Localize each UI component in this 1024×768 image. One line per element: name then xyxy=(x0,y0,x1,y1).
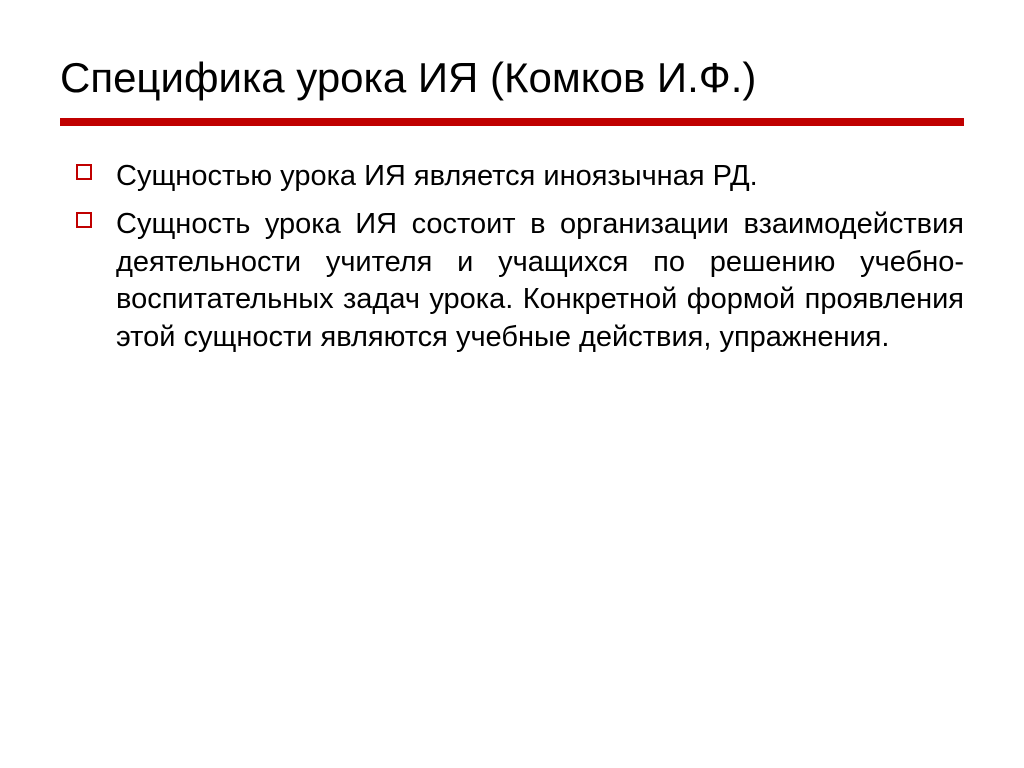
slide-title: Специфика урока ИЯ (Комков И.Ф.) xyxy=(60,54,964,102)
bullet-text: Сущность урока ИЯ состоит в организации … xyxy=(116,208,964,353)
slide: Специфика урока ИЯ (Комков И.Ф.) Сущност… xyxy=(0,0,1024,768)
square-bullet-icon xyxy=(76,212,92,228)
square-bullet-icon xyxy=(76,164,92,180)
slide-content: Сущностью урока ИЯ является иноязычная Р… xyxy=(60,158,964,356)
bullet-item: Сущностью урока ИЯ является иноязычная Р… xyxy=(116,158,964,196)
bullet-item: Сущность урока ИЯ состоит в организации … xyxy=(116,206,964,357)
title-underline xyxy=(60,118,964,126)
bullet-text: Сущностью урока ИЯ является иноязычная Р… xyxy=(116,160,758,192)
